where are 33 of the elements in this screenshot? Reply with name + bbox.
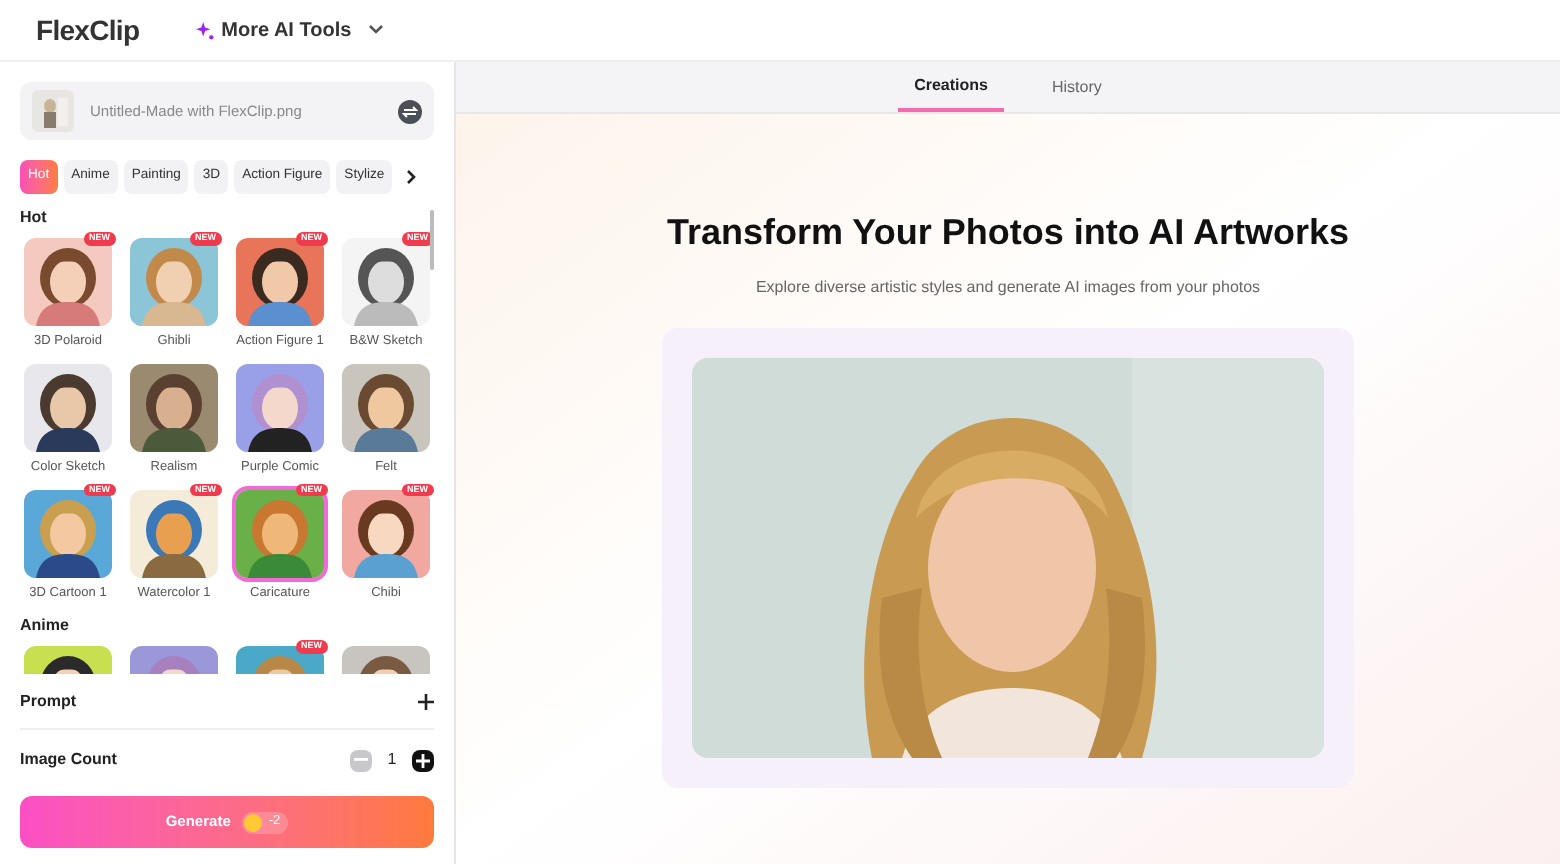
section-title: Anime <box>20 614 71 639</box>
style-thumbnail[interactable] <box>130 363 218 452</box>
style-thumbnail[interactable] <box>24 238 112 326</box>
more-ai-tools-menu[interactable]: More AI Tools <box>195 15 384 45</box>
plus-icon[interactable] <box>418 693 434 709</box>
style-thumbnail[interactable] <box>236 363 324 452</box>
replace-icon[interactable] <box>398 99 422 123</box>
logo[interactable]: FlexClip <box>36 9 140 51</box>
caret-icon <box>367 24 384 36</box>
scrollbar[interactable] <box>430 210 434 270</box>
style-thumbnail[interactable] <box>24 489 112 577</box>
section-title: Hot <box>20 206 49 230</box>
prompt-label: Prompt <box>20 689 76 713</box>
chevron-right-icon <box>405 170 416 184</box>
coin-icon <box>244 813 263 831</box>
style-thumbnail[interactable] <box>342 238 430 326</box>
sparkle-icon <box>195 21 214 39</box>
view-tab[interactable]: History <box>1036 62 1118 112</box>
image-count-value: 1 <box>385 748 399 772</box>
plus-icon <box>416 753 430 767</box>
style-thumbnail[interactable] <box>236 489 324 577</box>
view-tab[interactable]: Creations <box>898 62 1004 112</box>
hero-subtitle: Explore diverse artistic styles and generate AI images from your photos <box>753 276 1263 300</box>
style-thumbnail[interactable] <box>236 238 324 326</box>
minus-icon <box>354 758 368 762</box>
image-count-label: Image Count <box>20 748 119 772</box>
hero-title: Transform Your Photos into AI Artworks <box>664 210 1352 256</box>
style-thumbnail[interactable] <box>130 238 218 326</box>
style-thumbnail[interactable] <box>130 489 218 577</box>
increase-button[interactable] <box>412 749 434 771</box>
style-thumbnail[interactable] <box>342 363 430 452</box>
style-thumbnail[interactable] <box>24 363 112 452</box>
style-thumbnail[interactable] <box>342 489 430 577</box>
